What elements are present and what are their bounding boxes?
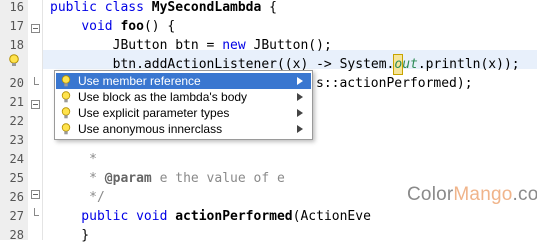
line-number: 25: [9, 171, 24, 185]
fold-end-marker: [34, 77, 39, 85]
code-line-26: */: [50, 190, 105, 205]
submenu-arrow-icon: [297, 93, 303, 101]
fold-toggle[interactable]: [31, 24, 40, 33]
line-number: 17: [9, 19, 24, 33]
line-number: 18: [9, 38, 24, 52]
submenu-arrow-icon: [297, 109, 303, 117]
fold-toggle[interactable]: [31, 190, 40, 199]
line-number: 27: [9, 209, 24, 223]
submenu-arrow-icon: [297, 77, 303, 85]
quick-fix-popup: Use member reference Use block as the la…: [54, 70, 313, 140]
code-line-17: void foo() {: [81, 19, 176, 34]
code-line-27: public void actionPerformed(ActionEve: [50, 209, 371, 224]
code-line-18: JButton btn = new JButton();: [50, 38, 332, 53]
lightbulb-icon: [61, 107, 71, 119]
line-number: 24: [9, 152, 24, 166]
line-number: 20: [9, 76, 24, 90]
line-number: 21: [9, 95, 24, 109]
menu-item-use-block-body[interactable]: Use block as the lambda's body: [56, 89, 311, 105]
line-number: 28: [9, 228, 24, 242]
line-number: 23: [9, 133, 24, 147]
code-line-20: s::actionPerformed);: [316, 76, 473, 91]
menu-item-use-member-reference[interactable]: Use member reference: [56, 73, 311, 89]
lightbulb-icon: [61, 91, 71, 103]
fold-end-marker: [34, 208, 39, 216]
fold-toggle[interactable]: [31, 100, 40, 109]
code-line-25: * @param e the value of e: [50, 171, 285, 186]
submenu-arrow-icon: [297, 125, 303, 133]
watermark: ColorMango.com: [407, 184, 537, 205]
lightbulb-icon: [61, 75, 71, 87]
menu-item-use-anonymous-innerclass[interactable]: Use anonymous innerclass: [56, 121, 311, 137]
menu-item-use-explicit-parameter-types[interactable]: Use explicit parameter types: [56, 105, 311, 121]
hint-lightbulb-icon[interactable]: [8, 54, 20, 67]
lightbulb-icon: [61, 123, 71, 135]
code-line-16: public class MySecondLambda {: [50, 0, 277, 15]
code-line-28: }: [50, 228, 90, 243]
line-number: 26: [9, 190, 24, 204]
fold-column: [28, 0, 43, 240]
code-line-24: *: [50, 152, 97, 167]
line-number: 22: [9, 114, 24, 128]
line-number: 16: [9, 0, 24, 14]
